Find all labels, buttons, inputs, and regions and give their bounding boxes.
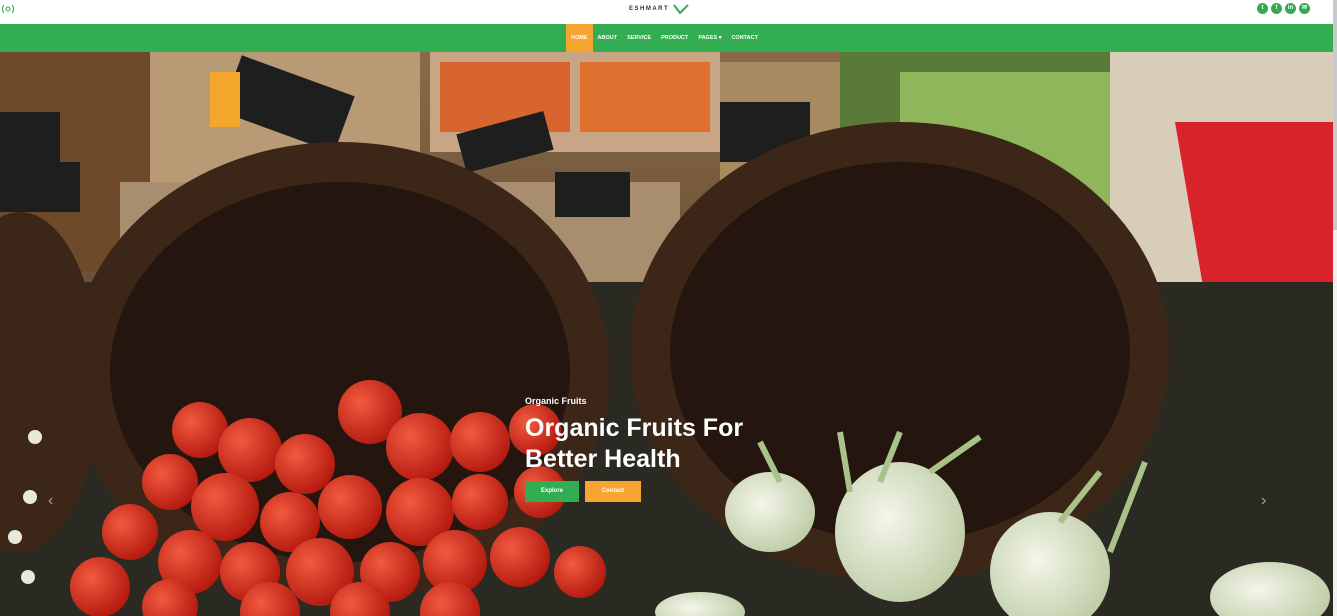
mail-icon[interactable]: ✉ — [1299, 3, 1310, 14]
hero-carousel: ‹ › — [0, 52, 1333, 616]
nav-menu: HOME ABOUT SERVICE PRODUCT PAGES ▾ CONTA… — [566, 24, 763, 52]
contact-button[interactable]: Contact — [585, 481, 641, 502]
nav-item-service[interactable]: SERVICE — [622, 24, 656, 52]
hero-background-image — [0, 52, 1333, 616]
hero-title: Organic Fruits For Better Health — [525, 414, 744, 473]
broadcast-icon — [2, 4, 14, 14]
brand-name: ESHMART — [629, 6, 670, 12]
nav-item-home[interactable]: HOME — [566, 24, 593, 52]
hero-buttons: Explore Contact — [525, 481, 641, 502]
explore-button[interactable]: Explore — [525, 481, 579, 502]
social-links: t f in ✉ — [1257, 3, 1310, 14]
hero-caption: Organic Fruits Organic Fruits For Better… — [525, 396, 785, 475]
carousel-next-arrow[interactable]: › — [1261, 492, 1266, 510]
leaf-logo-icon — [673, 4, 689, 14]
carousel-prev-arrow[interactable]: ‹ — [48, 492, 53, 510]
linkedin-icon[interactable]: in — [1285, 3, 1296, 14]
nav-item-contact[interactable]: CONTACT — [726, 24, 762, 52]
scrollbar-thumb[interactable] — [1333, 0, 1337, 230]
nav-item-product[interactable]: PRODUCT — [656, 24, 693, 52]
page-scrollbar[interactable] — [1333, 0, 1337, 616]
top-bar: ESHMART t f in ✉ — [0, 0, 1337, 24]
brand-logo[interactable]: ESHMART — [629, 2, 689, 16]
hero-subtitle: Organic Fruits — [525, 396, 587, 406]
twitter-icon[interactable]: t — [1257, 3, 1268, 14]
nav-item-pages[interactable]: PAGES ▾ — [693, 24, 726, 52]
facebook-icon[interactable]: f — [1271, 3, 1282, 14]
main-navbar: HOME ABOUT SERVICE PRODUCT PAGES ▾ CONTA… — [0, 24, 1333, 52]
nav-item-about[interactable]: ABOUT — [593, 24, 623, 52]
